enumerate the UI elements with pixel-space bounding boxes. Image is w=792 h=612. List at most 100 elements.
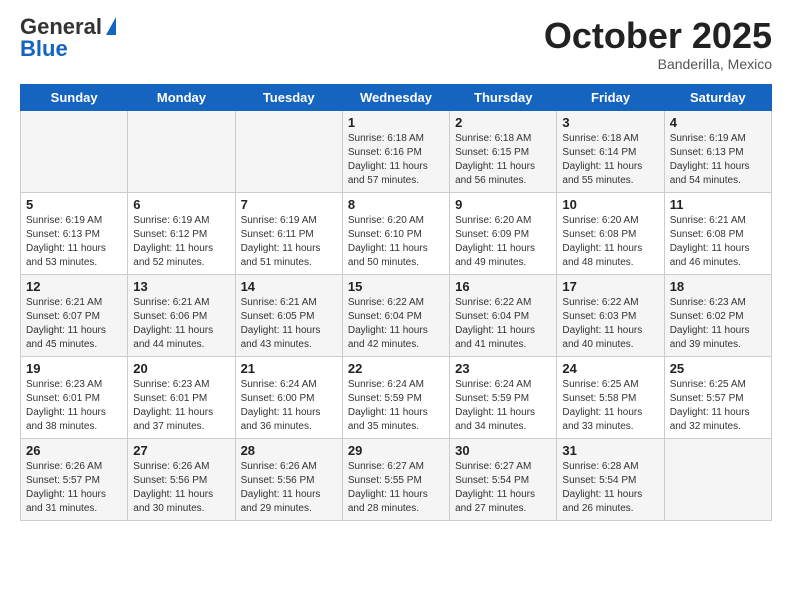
sunset-text: Sunset: 6:01 PM (133, 392, 229, 406)
sunset-text: Sunset: 5:59 PM (348, 392, 444, 406)
day-info: Sunrise: 6:26 AMSunset: 5:56 PMDaylight:… (241, 460, 337, 516)
calendar-cell: 9Sunrise: 6:20 AMSunset: 6:09 PMDaylight… (450, 192, 557, 274)
page: General Blue October 2025 Banderilla, Me… (0, 0, 792, 612)
day-info: Sunrise: 6:18 AMSunset: 6:16 PMDaylight:… (348, 132, 444, 188)
calendar-cell: 12Sunrise: 6:21 AMSunset: 6:07 PMDayligh… (21, 274, 128, 356)
sunrise-text: Sunrise: 6:19 AM (133, 214, 229, 228)
day-info: Sunrise: 6:25 AMSunset: 5:57 PMDaylight:… (670, 378, 766, 434)
day-number: 15 (348, 279, 444, 294)
calendar-cell: 10Sunrise: 6:20 AMSunset: 6:08 PMDayligh… (557, 192, 664, 274)
day-info: Sunrise: 6:19 AMSunset: 6:13 PMDaylight:… (26, 214, 122, 270)
day-number: 6 (133, 197, 229, 212)
daylight-text: Daylight: 11 hours and 57 minutes. (348, 160, 444, 188)
sunrise-text: Sunrise: 6:21 AM (26, 296, 122, 310)
sunrise-text: Sunrise: 6:25 AM (562, 378, 658, 392)
day-number: 4 (670, 115, 766, 130)
calendar-cell (128, 110, 235, 192)
day-info: Sunrise: 6:21 AMSunset: 6:06 PMDaylight:… (133, 296, 229, 352)
logo: General Blue (20, 16, 116, 61)
sunset-text: Sunset: 6:07 PM (26, 310, 122, 324)
sunset-text: Sunset: 5:54 PM (455, 474, 551, 488)
daylight-text: Daylight: 11 hours and 41 minutes. (455, 324, 551, 352)
sunrise-text: Sunrise: 6:24 AM (241, 378, 337, 392)
daylight-text: Daylight: 11 hours and 33 minutes. (562, 406, 658, 434)
sunset-text: Sunset: 5:58 PM (562, 392, 658, 406)
sunrise-text: Sunrise: 6:27 AM (455, 460, 551, 474)
sunrise-text: Sunrise: 6:22 AM (562, 296, 658, 310)
day-number: 23 (455, 361, 551, 376)
sunrise-text: Sunrise: 6:23 AM (133, 378, 229, 392)
calendar-week-row: 12Sunrise: 6:21 AMSunset: 6:07 PMDayligh… (21, 274, 772, 356)
daylight-text: Daylight: 11 hours and 51 minutes. (241, 242, 337, 270)
calendar-cell: 7Sunrise: 6:19 AMSunset: 6:11 PMDaylight… (235, 192, 342, 274)
daylight-text: Daylight: 11 hours and 37 minutes. (133, 406, 229, 434)
logo-block: General Blue (20, 16, 116, 61)
calendar-cell: 8Sunrise: 6:20 AMSunset: 6:10 PMDaylight… (342, 192, 449, 274)
daylight-text: Daylight: 11 hours and 53 minutes. (26, 242, 122, 270)
calendar-week-row: 5 Sunrise: 6:19 AMSunset: 6:13 PMDaylight… (21, 192, 772, 274)
calendar-cell: 31Sunrise: 6:28 AMSunset: 5:54 PMDayligh… (557, 438, 664, 520)
sunset-text: Sunset: 6:05 PM (241, 310, 337, 324)
sunset-text: Sunset: 6:00 PM (241, 392, 337, 406)
sunset-text: Sunset: 6:14 PM (562, 146, 658, 160)
day-number: 20 (133, 361, 229, 376)
col-header-friday: Friday (557, 84, 664, 110)
daylight-text: Daylight: 11 hours and 36 minutes. (241, 406, 337, 434)
sunset-text: Sunset: 6:04 PM (348, 310, 444, 324)
day-number: 5 (26, 197, 122, 212)
sunset-text: Sunset: 6:06 PM (133, 310, 229, 324)
sunrise-text: Sunrise: 6:20 AM (348, 214, 444, 228)
sunset-text: Sunset: 5:56 PM (133, 474, 229, 488)
calendar-cell (235, 110, 342, 192)
sunset-text: Sunset: 6:08 PM (562, 228, 658, 242)
daylight-text: Daylight: 11 hours and 34 minutes. (455, 406, 551, 434)
sunrise-text: Sunrise: 6:24 AM (348, 378, 444, 392)
daylight-text: Daylight: 11 hours and 32 minutes. (670, 406, 766, 434)
daylight-text: Daylight: 11 hours and 39 minutes. (670, 324, 766, 352)
calendar-cell: 19Sunrise: 6:23 AMSunset: 6:01 PMDayligh… (21, 356, 128, 438)
logo-blue-text: Blue (20, 36, 68, 61)
sunset-text: Sunset: 6:16 PM (348, 146, 444, 160)
col-header-tuesday: Tuesday (235, 84, 342, 110)
day-number: 7 (241, 197, 337, 212)
day-info: Sunrise: 6:18 AMSunset: 6:15 PMDaylight:… (455, 132, 551, 188)
day-info: Sunrise: 6:18 AMSunset: 6:14 PMDaylight:… (562, 132, 658, 188)
day-info: Sunrise: 6:26 AMSunset: 5:56 PMDaylight:… (133, 460, 229, 516)
calendar-cell: 11Sunrise: 6:21 AMSunset: 6:08 PMDayligh… (664, 192, 771, 274)
day-number: 9 (455, 197, 551, 212)
day-number: 26 (26, 443, 122, 458)
sunrise-text: Sunrise: 6:21 AM (670, 214, 766, 228)
logo-triangle-icon (106, 17, 116, 35)
daylight-text: Daylight: 11 hours and 28 minutes. (348, 488, 444, 516)
day-number: 16 (455, 279, 551, 294)
sunset-text: Sunset: 6:11 PM (241, 228, 337, 242)
sunset-text: Sunset: 5:56 PM (241, 474, 337, 488)
day-info: Sunrise: 6:24 AMSunset: 5:59 PMDaylight:… (348, 378, 444, 434)
daylight-text: Daylight: 11 hours and 45 minutes. (26, 324, 122, 352)
calendar-cell (21, 110, 128, 192)
daylight-text: Daylight: 11 hours and 52 minutes. (133, 242, 229, 270)
sunrise-text: Sunrise: 6:28 AM (562, 460, 658, 474)
location-subtitle: Banderilla, Mexico (544, 56, 772, 72)
sunrise-text: Sunrise: 6:18 AM (348, 132, 444, 146)
day-info: Sunrise: 6:23 AMSunset: 6:02 PMDaylight:… (670, 296, 766, 352)
calendar-cell: 1 Sunrise: 6:18 AMSunset: 6:16 PMDaylight… (342, 110, 449, 192)
calendar-cell: 6 Sunrise: 6:19 AMSunset: 6:12 PMDaylight… (128, 192, 235, 274)
daylight-text: Daylight: 11 hours and 27 minutes. (455, 488, 551, 516)
calendar-cell: 20 Sunrise: 6:23 AMSunset: 6:01 PMDayligh… (128, 356, 235, 438)
calendar-cell (664, 438, 771, 520)
day-info: Sunrise: 6:26 AMSunset: 5:57 PMDaylight:… (26, 460, 122, 516)
sunrise-text: Sunrise: 6:19 AM (670, 132, 766, 146)
sunset-text: Sunset: 6:13 PM (670, 146, 766, 160)
sunrise-text: Sunrise: 6:19 AM (26, 214, 122, 228)
day-number: 1 (348, 115, 444, 130)
sunrise-text: Sunrise: 6:25 AM (670, 378, 766, 392)
calendar-week-row: 26 Sunrise: 6:26 AMSunset: 5:57 PMDayligh… (21, 438, 772, 520)
daylight-text: Daylight: 11 hours and 55 minutes. (562, 160, 658, 188)
calendar-cell: 28Sunrise: 6:26 AMSunset: 5:56 PMDayligh… (235, 438, 342, 520)
sunset-text: Sunset: 6:12 PM (133, 228, 229, 242)
calendar-cell: 3Sunrise: 6:18 AMSunset: 6:14 PMDaylight… (557, 110, 664, 192)
day-number: 25 (670, 361, 766, 376)
day-number: 22 (348, 361, 444, 376)
calendar-cell: 29Sunrise: 6:27 AMSunset: 5:55 PMDayligh… (342, 438, 449, 520)
